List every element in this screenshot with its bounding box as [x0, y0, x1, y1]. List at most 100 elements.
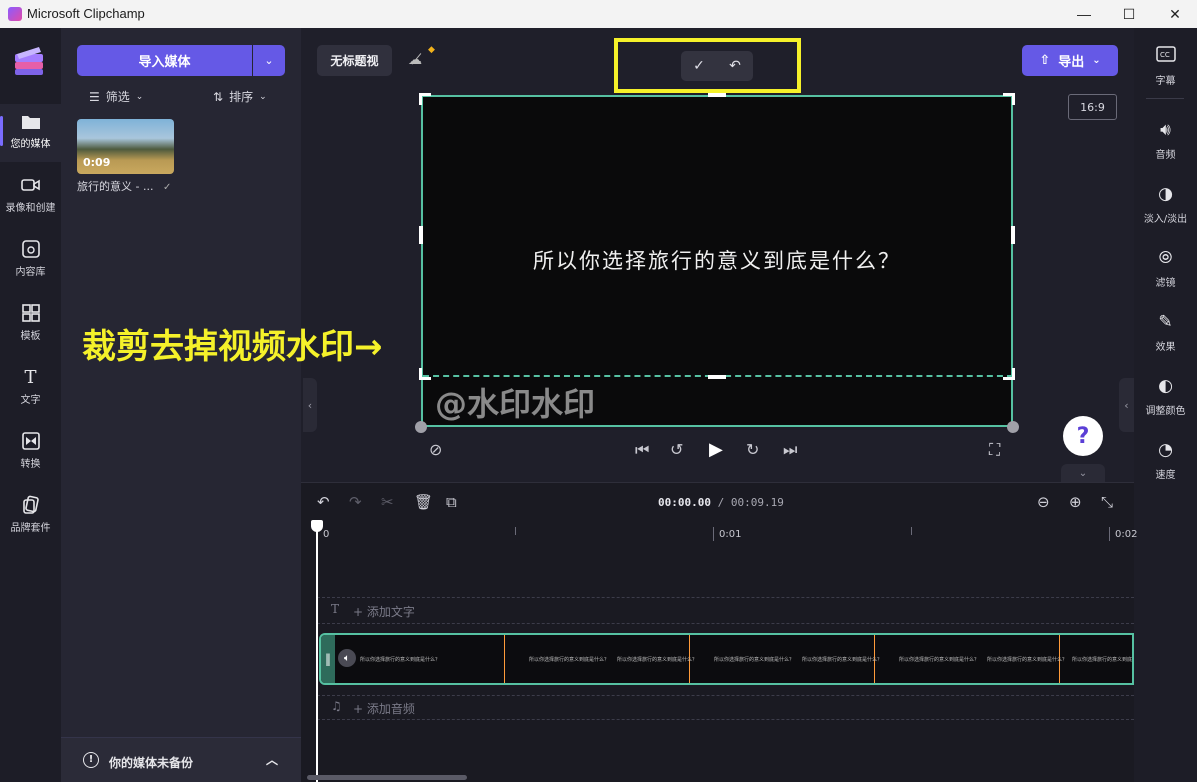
clip-frame: 所以你选择旅行的意义到底是什么？: [1072, 657, 1133, 663]
svg-text:CC: CC: [1160, 51, 1170, 59]
crop-frame-bottom-edge[interactable]: [423, 97, 1013, 377]
crop-handle-right[interactable]: [1011, 226, 1015, 244]
cloud-off-icon[interactable]: ☁̸: [408, 52, 422, 68]
panel-audio[interactable]: 🔊︎ 音频: [1134, 114, 1197, 174]
duplicate-icon[interactable]: ⧉: [446, 493, 457, 511]
playhead-handle[interactable]: [311, 520, 323, 532]
resize-handle-bottom-left[interactable]: [415, 421, 427, 433]
help-button[interactable]: ?: [1063, 416, 1103, 456]
nav-label: 模板: [20, 331, 41, 342]
timeline-scrollbar[interactable]: [307, 775, 467, 780]
ruler-label: 0: [323, 529, 330, 540]
collapse-left-panel[interactable]: ‹: [303, 378, 317, 432]
chevron-down-icon: ⌄: [259, 91, 267, 102]
delete-trash-icon[interactable]: 🗑︎: [414, 493, 433, 511]
sort-button[interactable]: ⇅ 排序 ⌄: [213, 88, 267, 105]
panel-label: 音频: [1155, 150, 1176, 161]
media-thumbnail[interactable]: 0:09: [77, 119, 174, 174]
skip-back-icon[interactable]: ⏮: [635, 440, 649, 460]
add-text-track[interactable]: + 添加文字: [353, 603, 415, 620]
crop-handle-top-right[interactable]: [1003, 93, 1015, 105]
resize-handle-bottom-right[interactable]: [1007, 421, 1019, 433]
fit-timeline-icon[interactable]: ⤡: [1101, 493, 1113, 511]
timeline: ↶ ↷ ✂ 🗑︎ ⧉ 00:00.00 / 00:09.19 ⊖ ⊕ ⤡ 0 0…: [301, 482, 1137, 782]
clip-volume-icon[interactable]: 🔈︎: [338, 649, 356, 667]
panel-effects[interactable]: ✎ 效果: [1134, 306, 1197, 366]
chevron-down-icon: ⌄: [1092, 55, 1101, 66]
filter-button[interactable]: ☰ 筛选 ⌄: [89, 88, 143, 105]
clip-frame: 所以你选择旅行的意义到底是什么？ 所以你选择旅行的意义到底是什么？: [505, 635, 697, 683]
crop-handle-top-left[interactable]: [419, 93, 431, 105]
panel-fade[interactable]: ◑ 淡入/淡出: [1134, 178, 1197, 238]
nav-templates[interactable]: 模板: [0, 296, 61, 354]
clipchamp-app-icon: [8, 7, 22, 21]
import-options-dropdown[interactable]: ⌄: [253, 45, 285, 76]
collapse-timeline[interactable]: ⌄: [1061, 464, 1105, 482]
text-track-icon: T: [331, 602, 340, 616]
camera-icon: [20, 174, 42, 196]
rail-divider: [1146, 98, 1184, 99]
zoom-out-icon[interactable]: ⊖: [1037, 493, 1050, 511]
panel-speed[interactable]: ◔ 速度: [1134, 434, 1197, 494]
magic-wand-icon: ✎: [1158, 312, 1173, 332]
nav-content-library[interactable]: 内容库: [0, 232, 61, 290]
playhead[interactable]: [316, 521, 318, 782]
panel-label: 字幕: [1155, 76, 1176, 87]
play-icon[interactable]: ▶: [709, 439, 723, 460]
import-media-button[interactable]: 导入媒体: [77, 45, 252, 76]
nav-text[interactable]: T 文字: [0, 360, 61, 418]
right-property-rail: CC 字幕 🔊︎ 音频 ◑ 淡入/淡出 ⦾ 滤镜 ✎ 效果 ◐ 调整颜色 ◔ 速…: [1134, 28, 1197, 782]
clip-trim-handle[interactable]: ‖: [321, 635, 335, 683]
video-clip[interactable]: 所以你选择旅行的意义到底是什么？ 所以你选择旅行的意义到底是什么？ 所以你选择旅行…: [319, 633, 1134, 685]
music-note-icon: ♫: [331, 699, 342, 713]
color-adjust-icon: ◐: [1158, 376, 1173, 396]
crop-handle-bottom-left[interactable]: [419, 368, 431, 380]
backup-text: 你的媒体未备份: [109, 756, 194, 770]
export-label: 导出: [1058, 55, 1085, 70]
undo-icon[interactable]: ↶: [317, 493, 330, 511]
export-button[interactable]: ⇧ 导出 ⌄: [1022, 45, 1118, 76]
panel-filters[interactable]: ⦾ 滤镜: [1134, 242, 1197, 302]
hide-camera-icon[interactable]: ⊘: [429, 440, 442, 459]
project-title[interactable]: 无标题视: [317, 45, 392, 76]
timecode: 00:00.00 / 00:09.19: [658, 496, 784, 509]
track-divider: [317, 695, 1134, 696]
redo-icon[interactable]: ↷: [349, 493, 362, 511]
nav-label: 转换: [20, 459, 41, 470]
forward-5s-icon[interactable]: ↻: [746, 440, 759, 459]
crop-handle-left[interactable]: [419, 226, 423, 244]
skip-forward-icon[interactable]: ⏭: [783, 440, 797, 460]
ruler-tick: [515, 527, 516, 535]
crop-handle-bottom[interactable]: [708, 375, 726, 379]
panel-label: 速度: [1155, 470, 1176, 481]
filter-lines-icon: ☰: [89, 89, 100, 104]
chevron-left-icon: ‹: [307, 398, 313, 412]
close-button[interactable]: ✕: [1152, 0, 1197, 28]
library-icon: [20, 238, 42, 260]
crop-handle-bottom-right[interactable]: [1003, 368, 1015, 380]
panel-adjust-colors[interactable]: ◐ 调整颜色: [1134, 370, 1197, 430]
nav-your-media[interactable]: 您的媒体: [0, 104, 61, 162]
backup-notice[interactable]: ! 你的媒体未备份 ︿: [61, 737, 301, 782]
panel-captions[interactable]: CC 字幕: [1134, 40, 1197, 100]
crop-handle-top[interactable]: [708, 93, 726, 97]
nav-transitions[interactable]: 转换: [0, 424, 61, 482]
collapse-right-panel[interactable]: ‹: [1119, 378, 1134, 432]
aspect-ratio-button[interactable]: 16:9: [1068, 94, 1117, 120]
split-scissors-icon[interactable]: ✂: [381, 493, 394, 511]
maximize-button[interactable]: ☐: [1106, 0, 1152, 28]
chevron-down-icon: ⌄: [264, 54, 274, 67]
fullscreen-icon[interactable]: ⛶: [989, 440, 1000, 460]
zoom-in-icon[interactable]: ⊕: [1069, 493, 1082, 511]
minimize-button[interactable]: —: [1061, 0, 1107, 28]
current-time: 00:00.00: [658, 496, 711, 509]
nav-label: 您的媒体: [10, 139, 51, 150]
add-audio-track[interactable]: + 添加音频: [353, 700, 415, 717]
nav-brand-kit[interactable]: 品牌套件: [0, 488, 61, 546]
nav-label: 内容库: [15, 267, 46, 278]
fade-icon: ◑: [1158, 184, 1173, 204]
ruler-label: 0:01: [719, 529, 742, 540]
nav-record-create[interactable]: 录像和创建: [0, 168, 61, 226]
checkmark-icon: ✓: [162, 182, 172, 193]
rewind-5s-icon[interactable]: ↺: [670, 440, 683, 459]
